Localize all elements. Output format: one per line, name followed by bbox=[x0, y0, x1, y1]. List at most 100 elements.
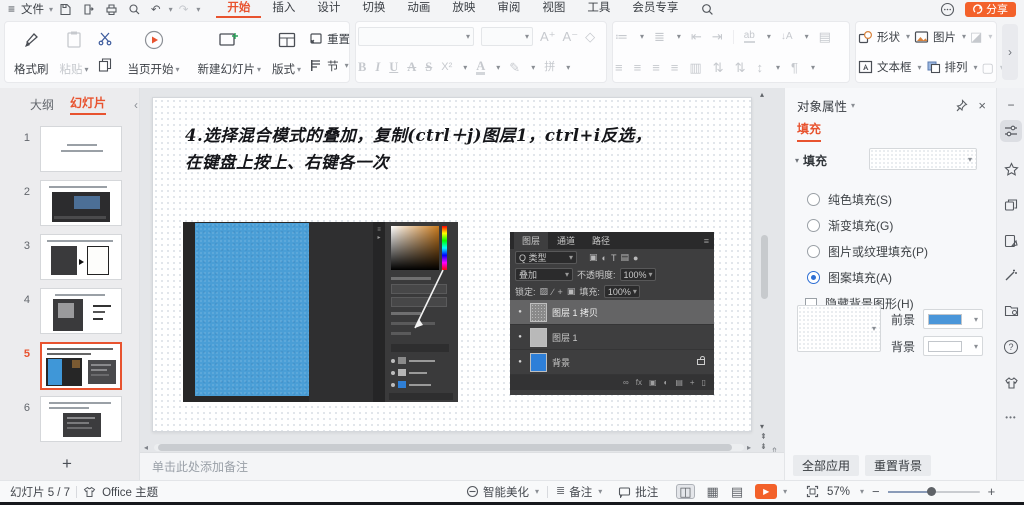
chevron-down-icon[interactable]: ▾ bbox=[463, 63, 467, 72]
zoom-level[interactable]: 57% bbox=[827, 486, 850, 498]
print-button[interactable] bbox=[101, 3, 122, 16]
tab-member[interactable]: 会员专享 bbox=[621, 0, 689, 18]
tab-home[interactable]: 开始 bbox=[216, 0, 261, 18]
option-pattern-fill[interactable]: 图案填充(A) bbox=[807, 269, 892, 286]
horizontal-scrollbar[interactable] bbox=[158, 444, 732, 451]
normal-view-button[interactable]: ◫ bbox=[676, 484, 694, 499]
tab-tools[interactable]: 工具 bbox=[576, 0, 621, 18]
screenshot-photoshop-canvas[interactable]: ≡▸ bbox=[183, 222, 458, 402]
smart-beautify-button[interactable]: 智能美化 bbox=[483, 484, 529, 500]
chevron-down-icon[interactable]: ▾ bbox=[566, 63, 570, 72]
reset-button[interactable]: 重置 bbox=[309, 31, 350, 47]
chevron-down-icon[interactable]: ▾ bbox=[640, 32, 644, 41]
cut-button[interactable] bbox=[97, 31, 113, 46]
search-icon[interactable] bbox=[701, 3, 714, 16]
notes-bar[interactable]: 单击此处添加备注 bbox=[140, 452, 784, 480]
foreground-color-select[interactable]: ▾ bbox=[923, 309, 983, 329]
option-picture-fill[interactable]: 图片或纹理填充(P) bbox=[807, 243, 928, 260]
chevron-down-icon[interactable]: ▾ bbox=[851, 101, 855, 110]
share-button[interactable]: 分享 bbox=[965, 2, 1016, 17]
pin-icon[interactable] bbox=[955, 99, 968, 112]
close-icon[interactable]: × bbox=[978, 98, 986, 113]
theme-label[interactable]: Office 主题 bbox=[102, 484, 158, 500]
slide-editing-area[interactable]: 4.选择混合模式的叠加，复制(ctrl＋j)图层1，ctrl+i反选， 在键盘上… bbox=[152, 97, 752, 432]
decrease-indent-button[interactable]: ⇤ bbox=[691, 30, 702, 43]
slideshow-play-button[interactable]: ▶ bbox=[755, 484, 777, 499]
chevron-down-icon[interactable]: ▾ bbox=[811, 63, 815, 72]
paste-button[interactable]: 粘贴▾ bbox=[57, 25, 92, 79]
zoom-out-button[interactable]: − bbox=[872, 484, 880, 499]
slide-body-text[interactable]: 4.选择混合模式的叠加，复制(ctrl＋j)图层1，ctrl+i反选， 在键盘上… bbox=[185, 122, 735, 176]
font-color-button[interactable]: A bbox=[476, 60, 485, 76]
chevron-down-icon[interactable]: ▾ bbox=[988, 32, 992, 41]
undo-button[interactable]: ↶ bbox=[147, 2, 165, 16]
scroll-down-icon[interactable]: ▾ bbox=[760, 422, 764, 431]
previous-slide-icon[interactable]: ⇞ bbox=[760, 432, 767, 441]
slide-thumbnail-4[interactable] bbox=[40, 288, 122, 334]
slide-thumbnail-6[interactable] bbox=[40, 396, 122, 442]
chevron-down-icon[interactable]: ▾ bbox=[677, 32, 681, 41]
slide-thumbnail-3[interactable] bbox=[40, 234, 122, 280]
chevron-down-icon[interactable]: ▾ bbox=[767, 32, 771, 41]
resource-library-icon[interactable] bbox=[1000, 300, 1022, 322]
option-gradient-fill[interactable]: 渐变填充(G) bbox=[807, 217, 893, 234]
chevron-down-icon[interactable]: ▾ bbox=[783, 487, 787, 496]
chevron-down-icon[interactable]: ▾ bbox=[531, 63, 535, 72]
main-menu-icon[interactable]: ≡ bbox=[8, 2, 15, 16]
selection-pane-icon[interactable] bbox=[1000, 194, 1022, 216]
decrease-font-size-icon[interactable]: A⁻ bbox=[563, 30, 579, 43]
redo-button[interactable]: ↷ bbox=[175, 2, 193, 16]
fill-style-dropdown[interactable]: ▾ bbox=[869, 148, 977, 170]
collapse-rail-icon[interactable]: − bbox=[1000, 94, 1022, 116]
play-from-current-button[interactable]: 当页开始▾ bbox=[125, 25, 183, 79]
layout-button[interactable]: 版式▾ bbox=[269, 25, 304, 79]
increase-indent-button[interactable]: ⇥ bbox=[712, 30, 723, 43]
tab-insert[interactable]: 插入 bbox=[261, 0, 306, 18]
fit-slide-icon[interactable] bbox=[806, 485, 819, 498]
font-size-select[interactable]: ▾ bbox=[481, 27, 533, 46]
highlight-button[interactable]: ✎ bbox=[509, 61, 520, 74]
text-direction-button[interactable]: ↓A bbox=[781, 32, 793, 42]
chevron-down-icon[interactable]: ▾ bbox=[535, 487, 539, 496]
arrange-button[interactable]: 排列▾ bbox=[926, 59, 978, 75]
tab-animation[interactable]: 动画 bbox=[396, 0, 441, 18]
zoom-slider-thumb[interactable] bbox=[927, 487, 936, 496]
chevron-down-icon[interactable]: ▾ bbox=[196, 5, 200, 14]
format-painter-button[interactable]: 格式刷 bbox=[11, 25, 52, 79]
convert-smartart-button[interactable]: ▤ bbox=[819, 30, 831, 43]
superscript-button[interactable]: X² bbox=[441, 62, 452, 73]
pattern-picker-dropdown[interactable]: ▾ bbox=[797, 305, 881, 352]
line-spacing-button[interactable]: ↕ bbox=[756, 61, 763, 74]
object-properties-icon[interactable] bbox=[1000, 120, 1022, 142]
slide-thumbnail-1[interactable] bbox=[40, 126, 122, 172]
font-family-select[interactable]: ▾ bbox=[358, 27, 474, 46]
reset-background-button[interactable]: 重置背景 bbox=[865, 455, 931, 476]
strikethrough-a-button[interactable]: A bbox=[407, 61, 416, 74]
tab-transition[interactable]: 切换 bbox=[351, 0, 396, 18]
screenshot-photoshop-layers-panel[interactable]: 图层 通道 路径 ≡ Q 类型▾ ▣ ◐ T ▤ ● 叠加▾ 不透明度: 100… bbox=[510, 232, 714, 395]
chevron-down-icon[interactable]: ▾ bbox=[805, 32, 809, 41]
tab-slides[interactable]: 幻灯片 bbox=[70, 94, 106, 115]
design-tools-icon[interactable] bbox=[1000, 230, 1022, 252]
scroll-up-icon[interactable]: ▴ bbox=[760, 90, 764, 99]
align-right-button[interactable]: ≡ bbox=[652, 61, 660, 74]
help-icon[interactable]: ? bbox=[1000, 336, 1022, 358]
shape-fill-icon[interactable]: ◪ bbox=[970, 30, 982, 43]
notes-button[interactable]: 备注 bbox=[569, 484, 592, 500]
clear-format-icon[interactable]: ◇ bbox=[585, 30, 595, 43]
numbering-button[interactable]: ≣ bbox=[654, 30, 665, 43]
tab-review[interactable]: 审阅 bbox=[486, 0, 531, 18]
increase-spacing-button[interactable]: ⇅ bbox=[713, 61, 724, 74]
tab-outline[interactable]: 大纲 bbox=[30, 96, 54, 113]
underline-button[interactable]: U bbox=[389, 61, 398, 74]
shapes-button[interactable]: 形状▾ bbox=[858, 29, 910, 45]
textbox-button[interactable]: 文本框▾ bbox=[858, 59, 922, 75]
zoom-in-button[interactable]: + bbox=[988, 484, 996, 499]
chevron-down-icon[interactable]: ▾ bbox=[496, 63, 500, 72]
tab-slideshow[interactable]: 放映 bbox=[441, 0, 486, 18]
chevron-down-icon[interactable]: ▾ bbox=[860, 487, 864, 496]
picture-button[interactable]: 图片▾ bbox=[914, 29, 966, 45]
justify-button[interactable]: ≡ bbox=[671, 61, 679, 74]
character-spacing-button[interactable]: ab bbox=[744, 31, 755, 43]
print-preview-button[interactable] bbox=[124, 3, 145, 16]
